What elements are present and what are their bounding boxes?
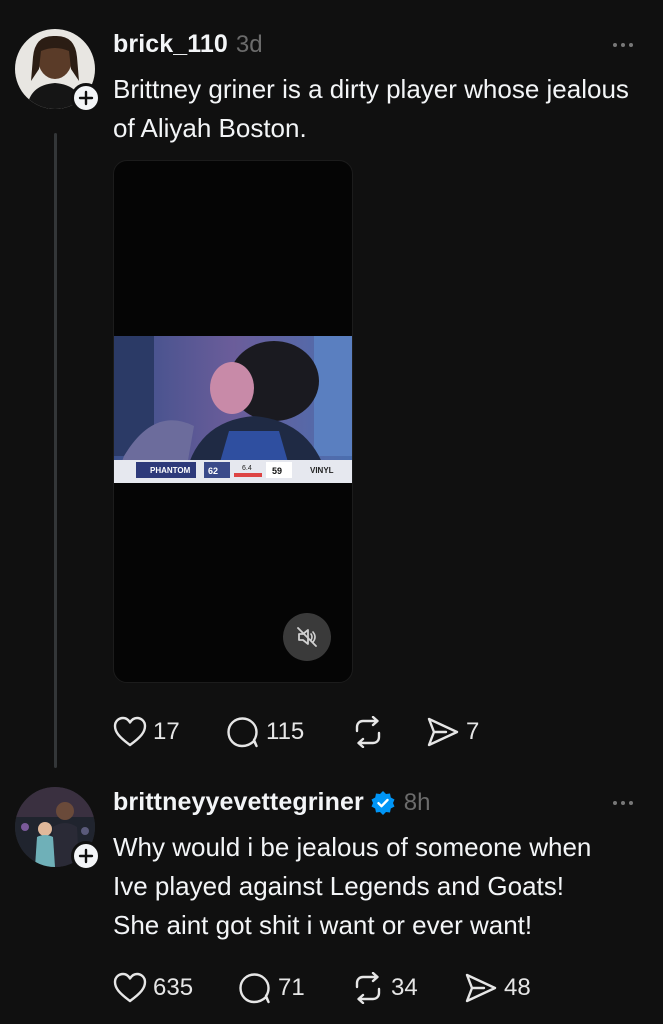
reply-count: 71 [278, 974, 305, 1001]
post-text: Why would i be jealous of someone when I… [113, 828, 643, 945]
follow-button[interactable] [71, 841, 101, 871]
reply-count: 115 [266, 718, 305, 745]
plus-icon [78, 848, 94, 864]
more-options-button[interactable] [613, 43, 633, 47]
like-count: 635 [153, 974, 194, 1001]
scoreboard-score-right: 59 [272, 466, 282, 476]
heart-icon [113, 972, 147, 1003]
repost-icon [355, 716, 381, 748]
post-text: Brittney griner is a dirty player whose … [113, 74, 629, 143]
repost-button[interactable]: 34 [351, 972, 464, 1004]
post-brick: brick_110 3d Brittney griner is a dirty … [0, 0, 663, 770]
send-icon [427, 717, 459, 747]
post-header: brick_110 3d [113, 30, 263, 59]
dot [621, 801, 625, 805]
follow-button[interactable] [71, 83, 101, 113]
timestamp: 3d [235, 31, 263, 58]
thread-line [54, 133, 57, 768]
post-text-line: Ive played against Legends and Goats! [113, 871, 564, 901]
reply-button[interactable]: 115 [226, 716, 351, 748]
dot [621, 43, 625, 47]
username[interactable]: brick_110 [113, 30, 228, 59]
video-thumbnail: PHANTOM 62 6.4 59 VINYL [114, 336, 352, 483]
dot [613, 801, 617, 805]
share-count: 48 [504, 974, 531, 1001]
comment-icon [227, 717, 258, 748]
heart-icon [113, 716, 147, 747]
repost-count: 34 [391, 974, 418, 1001]
dot [629, 801, 633, 805]
plus-icon [78, 90, 94, 106]
share-count: 7 [466, 718, 480, 745]
scoreboard-team-left: PHANTOM [150, 466, 191, 475]
verified-badge-icon [371, 790, 395, 815]
post-header: brittneyyevettegriner 8h [113, 788, 431, 817]
post-text-line: Why would i be jealous of someone when [113, 832, 592, 862]
share-button[interactable]: 7 [426, 716, 496, 748]
more-options-button[interactable] [613, 801, 633, 805]
share-button[interactable]: 48 [464, 972, 554, 1004]
like-button[interactable]: 635 [113, 972, 238, 1004]
send-icon [465, 973, 497, 1003]
speaker-muted-icon [297, 627, 317, 647]
timestamp: 8h [403, 789, 431, 816]
scoreboard-team-right: VINYL [310, 466, 334, 475]
repost-button[interactable] [351, 716, 426, 748]
video-player[interactable]: PHANTOM 62 6.4 59 VINYL [113, 160, 353, 683]
dot [613, 43, 617, 47]
post-reply-griner: brittneyyevettegriner 8h Why would i be … [0, 770, 663, 1024]
action-bar: 17 115 7 [113, 716, 496, 748]
mute-button[interactable] [283, 613, 331, 661]
scoreboard-score-left: 62 [208, 466, 218, 476]
username[interactable]: brittneyyevettegriner [113, 788, 364, 817]
dot [629, 43, 633, 47]
reply-button[interactable]: 71 [238, 972, 351, 1004]
video-frame: PHANTOM 62 6.4 59 VINYL [114, 336, 352, 483]
comment-icon [239, 973, 270, 1004]
like-button[interactable]: 17 [113, 716, 226, 748]
post-text-line: She aint got shit i want or ever want! [113, 910, 533, 940]
like-count: 17 [153, 718, 180, 745]
action-bar: 635 71 34 48 [113, 972, 554, 1004]
scoreboard-clock: 6.4 [242, 465, 252, 472]
repost-icon [355, 972, 381, 1004]
